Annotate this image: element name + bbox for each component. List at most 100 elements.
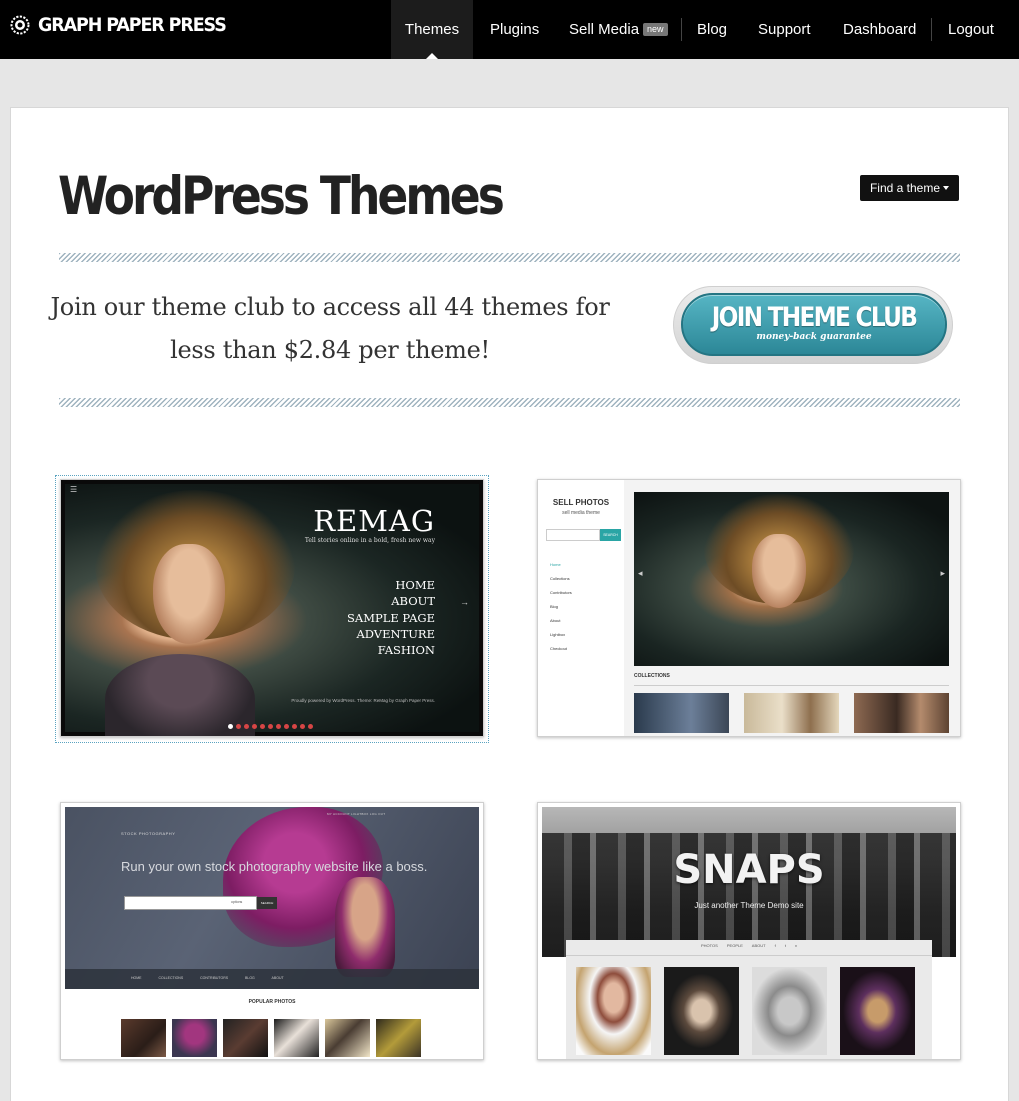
sell-link-checkout[interactable]: Checkout <box>550 642 572 656</box>
slider-dot[interactable] <box>244 724 249 729</box>
theme-thumb-snaps[interactable]: SNAPS Just another Theme Demo site PHOTO… <box>537 802 961 1060</box>
arrow-right-icon[interactable]: → <box>460 597 469 607</box>
nav-themes-label: Themes <box>404 21 460 38</box>
nav-logout-label: Logout <box>948 21 994 38</box>
sell-link-contributors[interactable]: Contributors <box>550 586 572 600</box>
sell-title: SELL PHOTOS <box>552 498 610 507</box>
brand[interactable]: GRAPH PAPER PRESS <box>10 14 242 36</box>
hamburger-icon[interactable]: ☰ <box>70 485 77 494</box>
theme-thumb-stock-photography[interactable]: STOCK PHOTOGRAPHY MY ACCOUNT LIGHTBOX LO… <box>60 802 484 1060</box>
nav-divider <box>681 18 682 41</box>
snaps-divider <box>566 955 932 956</box>
nav-blog[interactable]: Blog <box>697 0 727 59</box>
nav-sell-media-label: Sell Media <box>569 21 640 38</box>
remag-face <box>153 544 225 644</box>
sell-divider <box>634 685 949 686</box>
snaps-portrait-thumb[interactable] <box>576 967 651 1055</box>
stock-photo-thumb[interactable] <box>121 1019 166 1057</box>
nav-plugins[interactable]: Plugins <box>490 0 539 59</box>
slider-dot[interactable] <box>228 724 233 729</box>
slider-dot[interactable] <box>260 724 265 729</box>
remag-menu: HOME ABOUT SAMPLE PAGE ADVENTURE FASHION <box>347 577 435 658</box>
snaps-portrait-thumb[interactable] <box>752 967 827 1055</box>
sell-collection-thumb[interactable] <box>854 693 949 733</box>
top-navbar: GRAPH PAPER PRESS Themes Plugins Sell Me… <box>0 0 1019 59</box>
sell-link-home[interactable]: Home <box>550 558 572 572</box>
stock-photo-thumb[interactable] <box>172 1019 217 1057</box>
sell-link-lightbox[interactable]: Lightbox <box>550 628 572 642</box>
sell-sidebar-links: Home Collections Contributors Blog About… <box>550 558 572 656</box>
slider-dot[interactable] <box>236 724 241 729</box>
slider-dot[interactable] <box>300 724 305 729</box>
sell-link-blog[interactable]: Blog <box>550 600 572 614</box>
sell-collection-thumb[interactable] <box>744 693 839 733</box>
stock-photo-thumb[interactable] <box>376 1019 421 1057</box>
arrow-right-icon[interactable]: ▸ <box>940 568 945 579</box>
stock-photo-thumb[interactable] <box>325 1019 370 1057</box>
nav-dashboard-label: Dashboard <box>843 21 917 38</box>
sell-hero-face <box>752 534 806 608</box>
sell-subtitle: sell media theme <box>562 510 600 516</box>
slider-dot[interactable] <box>252 724 257 729</box>
slider-dot[interactable] <box>276 724 281 729</box>
sell-search-button[interactable]: SEARCH <box>600 529 621 541</box>
find-theme-label: Find a theme <box>869 181 941 195</box>
stock-search-button[interactable]: SEARCH <box>257 897 277 909</box>
find-theme-button[interactable]: Find a theme <box>860 175 959 201</box>
nav-logout[interactable]: Logout <box>948 0 994 59</box>
promo-line-2: less than $2.84 per theme! <box>170 336 490 364</box>
sell-collections-heading: COLLECTIONS <box>634 673 670 679</box>
stock-headline: Run your own stock photography website l… <box>121 859 428 874</box>
nav-divider <box>931 18 932 41</box>
remag-menu-about[interactable]: ABOUT <box>347 593 435 609</box>
nav-dashboard[interactable]: Dashboard <box>843 0 916 59</box>
stock-search-options[interactable]: options <box>231 900 242 904</box>
remag-tagline: Tell stories online in a bold, fresh new… <box>304 537 435 544</box>
stock-brand: STOCK PHOTOGRAPHY <box>121 831 176 836</box>
hatch-divider-bottom <box>59 398 960 407</box>
stock-popular-strip <box>121 1019 421 1057</box>
stock-top-links[interactable]: MY ACCOUNT LIGHTBOX LOG OUT <box>327 812 385 816</box>
slider-dot[interactable] <box>268 724 273 729</box>
stock-model <box>335 877 395 977</box>
nav-themes[interactable]: Themes <box>391 0 473 59</box>
remag-menu-adventure[interactable]: ADVENTURE <box>347 626 435 642</box>
slider-dot[interactable] <box>284 724 289 729</box>
promo-line-1: Join our theme club to access all 44 the… <box>50 293 610 321</box>
snaps-nav[interactable]: PHOTOS PEOPLE ABOUT f t v <box>566 943 932 948</box>
sell-collection-thumb[interactable] <box>634 693 729 733</box>
sell-search-input[interactable] <box>546 529 600 541</box>
join-button-sublabel: money-back guarantee <box>756 332 872 342</box>
nav-plugins-label: Plugins <box>490 21 540 38</box>
stock-photo-thumb[interactable] <box>223 1019 268 1057</box>
remag-menu-fashion[interactable]: FASHION <box>347 642 435 658</box>
slider-dot[interactable] <box>292 724 297 729</box>
gear-logo-icon <box>10 15 30 35</box>
remag-title: REMAG <box>313 504 435 538</box>
join-button-label: JOIN THEME CLUB <box>711 302 918 333</box>
brand-name: GRAPH PAPER PRESS <box>38 14 227 36</box>
nav-blog-label: Blog <box>697 21 728 38</box>
slider-dot[interactable] <box>308 724 313 729</box>
slider-dots <box>228 724 313 729</box>
remag-footer: Proudly powered by WordPress. Theme: ReM… <box>291 698 435 703</box>
snaps-portrait-thumb[interactable] <box>664 967 739 1055</box>
stock-photo-thumb[interactable] <box>274 1019 319 1057</box>
remag-menu-home[interactable]: HOME <box>347 577 435 593</box>
nav-sell-media[interactable]: Sell Media new <box>569 0 668 59</box>
theme-thumb-remag[interactable]: ☰ REMAG Tell stories online in a bold, f… <box>60 479 484 737</box>
stock-nav-links[interactable]: HOME COLLECTIONS CONTRIBUTORS BLOG ABOUT <box>131 976 284 980</box>
snaps-tagline: Just another Theme Demo site <box>694 901 804 910</box>
join-theme-club-button[interactable]: JOIN THEME CLUB money-back guarantee <box>681 293 947 356</box>
stock-popular-heading: POPULAR PHOTOS <box>248 999 296 1005</box>
nav-support[interactable]: Support <box>758 0 811 59</box>
sell-link-collections[interactable]: Collections <box>550 572 572 586</box>
new-badge: new <box>643 23 668 36</box>
snaps-portrait-thumb[interactable] <box>840 967 915 1055</box>
theme-thumb-sell-photos[interactable]: SELL PHOTOS sell media theme SEARCH Home… <box>537 479 961 737</box>
remag-menu-sample-page[interactable]: SAMPLE PAGE <box>347 610 435 626</box>
sell-link-about[interactable]: About <box>550 614 572 628</box>
sell-hero-image: ◂ ▸ <box>634 492 949 666</box>
arrow-left-icon[interactable]: ◂ <box>638 568 643 579</box>
snaps-title: SNAPS <box>673 847 825 893</box>
